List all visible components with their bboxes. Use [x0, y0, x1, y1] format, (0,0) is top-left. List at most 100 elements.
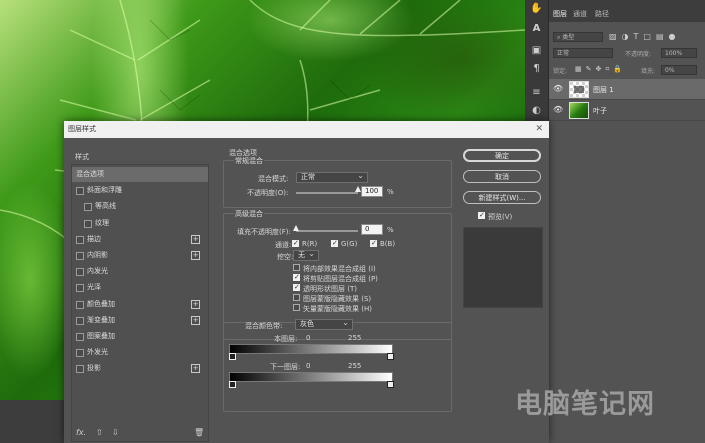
style-item-checkbox[interactable]	[76, 252, 84, 260]
blend-mode-dropdown[interactable]: 正常	[296, 171, 368, 183]
style-item[interactable]: 颜色叠加 +	[72, 297, 208, 312]
style-item-checkbox[interactable]	[76, 365, 84, 374]
fill-label: 填充:	[641, 68, 656, 75]
layer-thumbnail	[569, 81, 589, 98]
blend-interior-checkbox[interactable]	[293, 264, 300, 271]
underlying-low-handle[interactable]	[229, 381, 236, 388]
underlying-high-handle[interactable]	[387, 381, 394, 388]
this-layer-gradient[interactable]	[229, 344, 393, 354]
tab-layers[interactable]: 图层	[553, 9, 567, 19]
style-item[interactable]: 投影 +	[72, 361, 208, 376]
style-item-checkbox[interactable]	[84, 203, 92, 212]
channel-b-checkbox[interactable]	[370, 239, 377, 247]
ok-button[interactable]: 确定	[463, 149, 541, 162]
style-item[interactable]: 内阴影 +	[72, 248, 208, 263]
style-item[interactable]: 等高线	[72, 199, 208, 214]
underlying-low: 0	[306, 362, 311, 370]
lock-icons[interactable]: ▦✎✥⌗🔒	[575, 65, 626, 74]
fx-button[interactable]: fx.	[76, 428, 86, 437]
channel-r-checkbox[interactable]	[292, 239, 299, 247]
style-item[interactable]: 混合选项	[72, 167, 208, 182]
fill-opacity-label: 填充不透明度(F):	[237, 228, 291, 236]
opacity-slider-track[interactable]	[296, 192, 358, 194]
blend-interior-label: 将内部效果混合成组 (I)	[303, 265, 376, 273]
type-tool-icon[interactable]: A	[529, 22, 544, 35]
style-item[interactable]: 斜面和浮雕	[72, 183, 208, 198]
paragraph-tool-icon[interactable]: ¶	[529, 62, 544, 75]
add-effect-icon[interactable]: +	[191, 234, 200, 244]
style-item-label: 混合选项	[76, 170, 104, 178]
fill-opacity-field[interactable]: 0	[361, 224, 383, 235]
this-layer-low-handle[interactable]	[229, 353, 236, 360]
tab-paths[interactable]: 路径	[595, 9, 609, 19]
style-item-checkbox[interactable]	[76, 268, 84, 277]
blend-mode-label: 混合模式:	[258, 175, 289, 183]
style-item[interactable]: 内发光	[72, 264, 208, 279]
fill-unit: %	[387, 226, 394, 234]
channels-label: 通道:	[275, 241, 292, 249]
layer-filter-select[interactable]: ⌕ 类型	[553, 32, 603, 42]
style-item[interactable]: 纹理	[72, 216, 208, 231]
add-effect-icon[interactable]: +	[191, 299, 200, 309]
layer-row-leaves[interactable]: 👁 叶子	[549, 100, 705, 121]
style-item-checkbox[interactable]	[76, 349, 84, 358]
add-effect-icon[interactable]: +	[191, 364, 200, 374]
trash-icon[interactable]: 🗑	[194, 428, 204, 437]
style-item-label: 光泽	[87, 283, 101, 292]
styles-tool-icon[interactable]: ◐	[529, 104, 544, 117]
layer-row-layer1[interactable]: 👁 图层 1	[549, 79, 705, 100]
blend-mode-select[interactable]: 正常	[553, 48, 613, 58]
style-item-checkbox[interactable]	[76, 187, 84, 196]
this-layer-high-handle[interactable]	[387, 353, 394, 360]
move-down-icon[interactable]: ⇩	[112, 428, 119, 437]
style-item[interactable]: 描边 +	[72, 232, 208, 247]
move-up-icon[interactable]: ⇧	[96, 428, 103, 437]
style-item-checkbox[interactable]	[76, 316, 84, 325]
this-layer-label: 本图层:	[274, 335, 298, 343]
style-item-checkbox[interactable]	[84, 219, 92, 228]
fill-slider-track[interactable]	[296, 230, 358, 232]
fill-slider-knob[interactable]	[293, 225, 299, 231]
advanced-blending-title: 高级混合	[234, 209, 264, 219]
hand-tool-icon[interactable]: ✋	[529, 2, 544, 15]
style-item[interactable]: 外发光	[72, 345, 208, 360]
style-item-checkbox[interactable]	[76, 333, 84, 341]
visibility-eye-icon[interactable]: 👁	[553, 105, 563, 115]
style-item[interactable]: 光泽	[72, 280, 208, 295]
cancel-button[interactable]: 取消	[463, 170, 541, 183]
new-style-button[interactable]: 新建样式(W)...	[463, 191, 541, 204]
opacity-field[interactable]: 100	[361, 186, 383, 197]
watermark: 电脑笔记网	[515, 389, 655, 420]
channel-r-label: R(R)	[302, 240, 318, 248]
blend-clipped-checkbox[interactable]	[293, 273, 300, 281]
underlying-high: 255	[348, 362, 362, 370]
transparency-shapes-label: 透明形状图层 (T)	[303, 285, 357, 293]
style-item-checkbox[interactable]	[76, 300, 84, 309]
this-layer-high: 255	[348, 334, 362, 342]
add-effect-icon[interactable]: +	[191, 251, 200, 260]
underlying-gradient[interactable]	[229, 372, 393, 382]
tab-channels[interactable]: 通道	[573, 9, 587, 19]
blend-if-dropdown[interactable]: 灰色	[295, 318, 353, 330]
opacity-label: 不透明度(O):	[247, 189, 289, 197]
visibility-eye-icon[interactable]: 👁	[553, 84, 563, 94]
add-effect-icon[interactable]: +	[191, 315, 200, 325]
transparency-shapes-checkbox[interactable]	[293, 283, 300, 291]
layer-mask-hides-checkbox[interactable]	[293, 294, 300, 301]
layer-opacity-field[interactable]: 100%	[661, 48, 697, 58]
style-item-label: 内阴影	[87, 251, 108, 259]
knockout-dropdown[interactable]: 无	[293, 249, 319, 261]
adjust-tool-icon[interactable]: ≡	[529, 86, 544, 99]
general-blending-title: 常规混合	[234, 156, 264, 166]
style-item-checkbox[interactable]	[76, 235, 84, 244]
vector-mask-hides-checkbox[interactable]	[293, 304, 300, 311]
preview-checkbox[interactable]	[478, 211, 485, 219]
layers-tool-icon[interactable]: ▣	[529, 44, 544, 57]
close-icon[interactable]: ✕	[535, 121, 543, 138]
style-item[interactable]: 图案叠加	[72, 329, 208, 344]
layer-fill-field[interactable]: 0%	[661, 65, 697, 75]
style-item[interactable]: 渐变叠加 +	[72, 313, 208, 328]
style-item-label: 等高线	[95, 202, 116, 211]
channel-g-checkbox[interactable]	[331, 239, 338, 247]
style-item-checkbox[interactable]	[76, 284, 84, 293]
